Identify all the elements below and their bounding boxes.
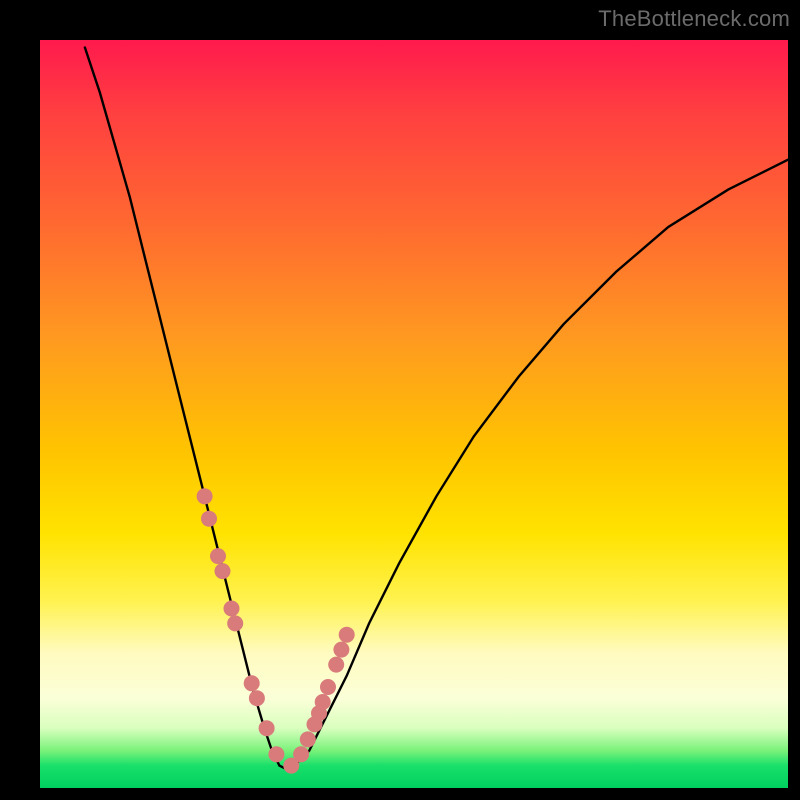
highlight-point [328,657,344,673]
highlight-point [300,731,316,747]
bottleneck-curve [85,48,788,770]
highlight-point [224,601,240,617]
highlight-point [227,615,243,631]
watermark-text: TheBottleneck.com [598,6,790,32]
highlight-point [215,563,231,579]
highlight-point [259,720,275,736]
highlight-point [210,548,226,564]
highlight-point [315,694,331,710]
highlight-point [249,690,265,706]
curve-svg [40,40,788,788]
highlight-point [339,627,355,643]
chart-frame: TheBottleneck.com [0,0,800,800]
highlight-point [320,679,336,695]
highlight-point [197,488,213,504]
highlight-point [268,746,284,762]
plot-area [40,40,788,788]
highlight-point [333,642,349,658]
highlight-point [244,675,260,691]
highlight-markers [197,488,355,773]
highlight-point [201,511,217,527]
highlight-point [293,746,309,762]
